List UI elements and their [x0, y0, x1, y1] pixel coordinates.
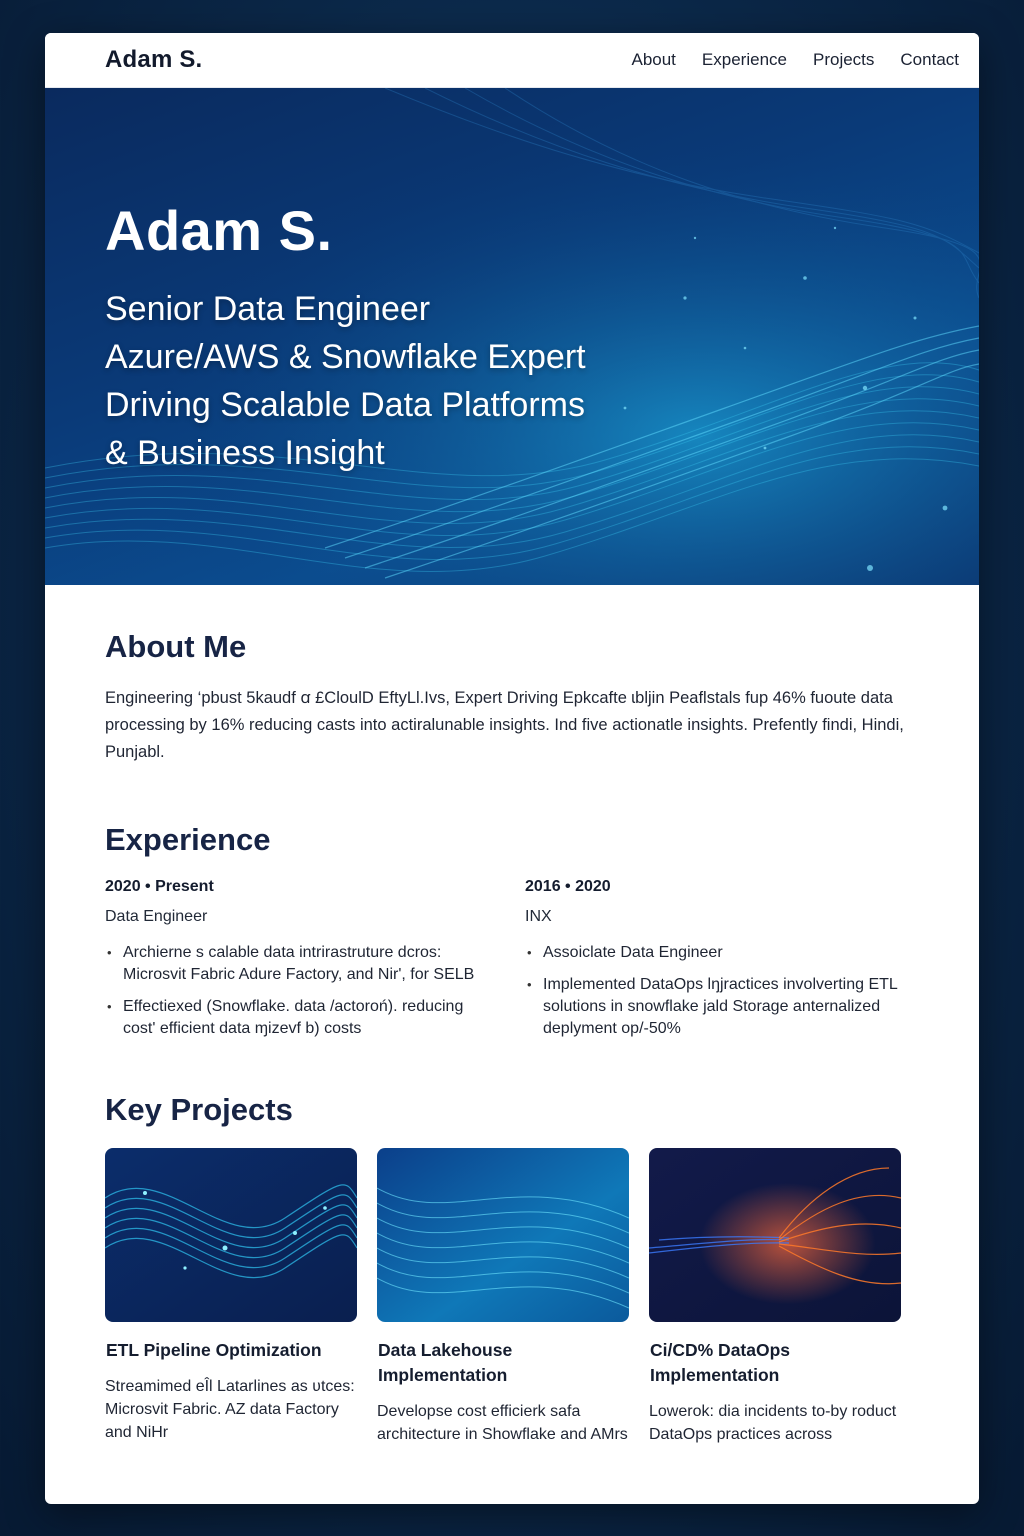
project-image: [105, 1148, 357, 1322]
project-card-dataops[interactable]: Ci/CD% DataOps Implementation Lowerok: d…: [649, 1148, 901, 1446]
top-nav-bar: Adam S. About Experience Projects Contac…: [45, 33, 979, 88]
experience-date: 2020 • Present: [105, 878, 214, 895]
main-nav: About Experience Projects Contact: [631, 50, 959, 70]
experience-entry: 2016 • 2020 INX Assoiclate Data Engineer…: [525, 878, 905, 1050]
project-image: [649, 1148, 901, 1322]
nav-link-about[interactable]: About: [631, 50, 675, 70]
experience-bullet: Implemented DataOps lŋjractices involver…: [525, 974, 905, 1040]
about-text: Engineering ‘pbust 5kaudf ꭤ £CloulD Efty…: [105, 689, 904, 761]
project-title[interactable]: ETL Pipeline Optimization: [106, 1338, 357, 1363]
experience-section: Experience 2020 • Present Data Engineer …: [45, 766, 979, 1050]
projects-section: Key Projects ETL Pipeline Optimization S…: [45, 1050, 979, 1446]
experience-title: Experience: [105, 822, 271, 857]
experience-role: Data Engineer: [105, 908, 208, 925]
nav-link-contact[interactable]: Contact: [900, 50, 959, 70]
portfolio-card: Adam S. About Experience Projects Contac…: [45, 33, 979, 1504]
project-title[interactable]: Data Lakehouse Implementation: [378, 1338, 629, 1388]
project-description: Developse cost efficierk safa architectu…: [377, 1403, 628, 1443]
project-description: Streamimed eÎl Latarlines as ʋtces: Micr…: [105, 1378, 355, 1441]
experience-entry: 2020 • Present Data Engineer Archierne s…: [105, 878, 485, 1050]
experience-bullets: Archierne s calable data intrirastruture…: [105, 942, 485, 1040]
experience-grid: 2020 • Present Data Engineer Archierne s…: [105, 878, 919, 1050]
hero-headline-3: Driving Scalable Data Platforms: [105, 386, 585, 424]
about-section: About Me Engineering ‘pbust 5kaudf ꭤ £Cl…: [45, 585, 979, 766]
experience-role: INX: [525, 908, 552, 925]
project-card-lakehouse[interactable]: Data Lakehouse Implementation Developse …: [377, 1148, 629, 1446]
project-title[interactable]: Ci/CD% DataOps Implementation: [650, 1338, 901, 1388]
project-description: Lowerok: dia incidents to-by roduct Data…: [649, 1403, 897, 1443]
hero-banner: Adam S. Senior Data Engineer Azure/AWS &…: [45, 88, 979, 585]
project-image: [377, 1148, 629, 1322]
experience-bullet: Archierne s calable data intrirastruture…: [105, 942, 485, 986]
hero-headline-1: Senior Data Engineer: [105, 290, 431, 328]
project-card-etl[interactable]: ETL Pipeline Optimization Streamimed eÎl…: [105, 1148, 357, 1446]
experience-date: 2016 • 2020: [525, 878, 611, 895]
hero-headline-2: Azure/AWS & Snowflake Expert: [105, 338, 586, 376]
hero-text-block: Adam S. Senior Data Engineer Azure/AWS &…: [105, 198, 586, 477]
hero-name: Adam S.: [105, 199, 333, 262]
nav-link-projects[interactable]: Projects: [813, 50, 874, 70]
projects-grid: ETL Pipeline Optimization Streamimed eÎl…: [105, 1148, 919, 1446]
hero-headline-4: & Business Insight: [105, 434, 385, 472]
about-title: About Me: [105, 629, 247, 664]
projects-title: Key Projects: [105, 1092, 293, 1127]
nav-link-experience[interactable]: Experience: [702, 50, 787, 70]
experience-bullet: Effectiexed (Snowflake. data /actoroń). …: [105, 996, 485, 1040]
experience-bullets: Assoiclate Data Engineer Implemented Dat…: [525, 942, 905, 1040]
experience-bullet: Assoiclate Data Engineer: [525, 942, 905, 964]
brand-logo-text[interactable]: Adam S.: [105, 46, 202, 74]
